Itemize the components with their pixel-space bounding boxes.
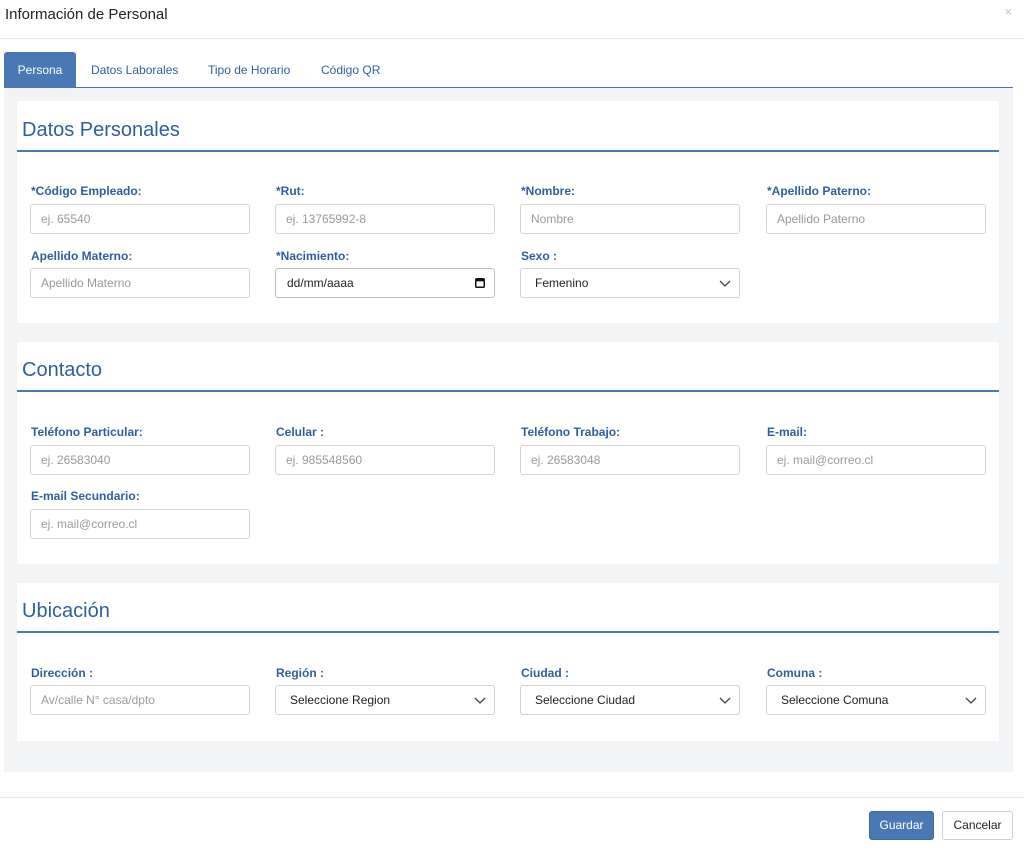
- apellido-materno-label: Apellido Materno:: [31, 249, 133, 263]
- tab-datos-laborales[interactable]: Datos Laborales: [91, 52, 178, 88]
- apellido-materno-input[interactable]: [30, 268, 250, 298]
- modal-footer-divider: [0, 797, 1024, 798]
- modal-header: Información de Personal ×: [0, 0, 1024, 39]
- nombre-input[interactable]: [520, 204, 740, 234]
- region-label: Región :: [276, 666, 324, 680]
- section-title-contacto: Contacto: [22, 359, 103, 381]
- codigo-empleado-label: *Código Empleado:: [31, 184, 142, 198]
- sexo-label: Sexo :: [521, 249, 558, 263]
- save-button[interactable]: Guardar: [869, 811, 934, 840]
- section-divider: [17, 390, 999, 392]
- comuna-select[interactable]: Seleccione Comuna: [766, 685, 986, 715]
- codigo-empleado-input[interactable]: [30, 204, 250, 234]
- nacimiento-date-value: dd/mm/aaaa: [287, 276, 354, 290]
- direccion-input[interactable]: [30, 685, 250, 715]
- apellido-paterno-label: *Apellido Paterno:: [767, 184, 872, 198]
- cancel-button[interactable]: Cancelar: [942, 811, 1013, 840]
- comuna-label: Comuna :: [767, 666, 823, 680]
- region-select-value: Seleccione Region: [290, 693, 391, 707]
- close-icon[interactable]: ×: [1004, 4, 1012, 19]
- section-title-ubicacion: Ubicación: [22, 600, 110, 622]
- section-title-datos-personales: Datos Personales: [22, 119, 180, 141]
- celular-input[interactable]: [275, 445, 495, 475]
- tab-tipo-de-horario[interactable]: Tipo de Horario: [208, 52, 290, 88]
- nombre-label: *Nombre:: [521, 184, 576, 198]
- nacimiento-label: *Nacimiento:: [276, 249, 350, 263]
- email-secundario-label: E-mail Secundario:: [31, 489, 140, 503]
- tab-persona[interactable]: Persona: [4, 52, 76, 88]
- email-secundario-input[interactable]: [30, 509, 250, 539]
- direccion-label: Dirección :: [31, 666, 94, 680]
- apellido-paterno-input[interactable]: [766, 204, 986, 234]
- rut-label: *Rut:: [276, 184, 305, 198]
- nacimiento-date-input[interactable]: dd/mm/aaaa: [275, 268, 495, 298]
- chevron-down-icon: [965, 697, 977, 704]
- sexo-select-value: Femenino: [535, 276, 589, 290]
- chevron-down-icon: [719, 280, 731, 287]
- calendar-icon[interactable]: [475, 278, 485, 288]
- rut-input[interactable]: [275, 204, 495, 234]
- panel-contacto: Contacto Teléfono Particular: Celular : …: [17, 342, 999, 564]
- tab-bar: Persona Datos Laborales Tipo de Horario …: [4, 52, 1013, 88]
- telefono-particular-input[interactable]: [30, 445, 250, 475]
- telefono-trabajo-label: Teléfono Trabajo:: [521, 425, 621, 439]
- modal-title: Información de Personal: [5, 6, 168, 23]
- chevron-down-icon: [719, 697, 731, 704]
- email-input[interactable]: [766, 445, 986, 475]
- ciudad-select-value: Seleccione Ciudad: [535, 693, 636, 707]
- section-divider: [17, 150, 999, 152]
- telefono-particular-label: Teléfono Particular:: [31, 425, 143, 439]
- ciudad-label: Ciudad :: [521, 666, 569, 680]
- celular-label: Celular :: [276, 425, 325, 439]
- panel-datos-personales: Datos Personales *Código Empleado: *Rut:…: [17, 101, 999, 323]
- comuna-select-value: Seleccione Comuna: [781, 693, 889, 707]
- panel-ubicacion: Ubicación Dirección : Región : Seleccion…: [17, 583, 999, 741]
- ciudad-select[interactable]: Seleccione Ciudad: [520, 685, 740, 715]
- region-select[interactable]: Seleccione Region: [275, 685, 495, 715]
- section-divider: [17, 631, 999, 633]
- telefono-trabajo-input[interactable]: [520, 445, 740, 475]
- sexo-select[interactable]: Femenino: [520, 268, 740, 298]
- chevron-down-icon: [474, 697, 486, 704]
- tab-codigo-qr[interactable]: Código QR: [321, 52, 380, 88]
- email-label: E-mail:: [767, 425, 808, 439]
